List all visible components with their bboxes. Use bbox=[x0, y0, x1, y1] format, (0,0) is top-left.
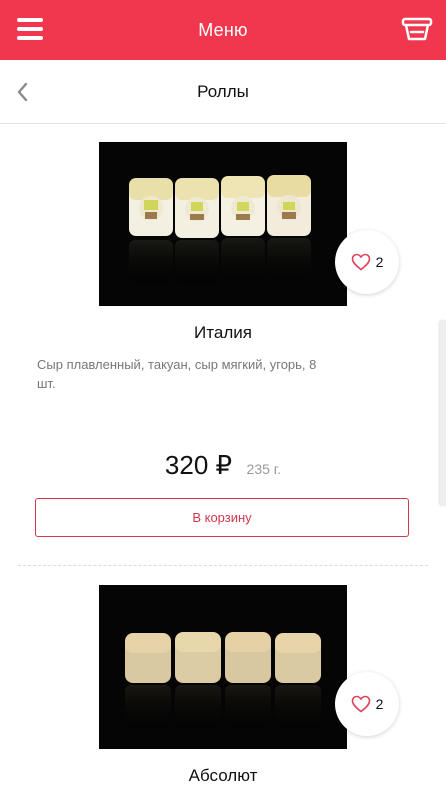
product-image[interactable] bbox=[99, 585, 347, 749]
product-price: 320 ₽ bbox=[164, 450, 233, 480]
product-card: 2 Италия Сыр плавленный, такуан, сыр мяг… bbox=[0, 124, 446, 566]
add-to-cart-button[interactable]: В корзину bbox=[35, 498, 409, 537]
product-weight: 235 г. bbox=[246, 461, 282, 477]
like-button[interactable]: 2 bbox=[335, 230, 399, 294]
product-image[interactable] bbox=[99, 142, 347, 306]
like-count: 2 bbox=[375, 696, 384, 712]
heart-icon bbox=[351, 695, 370, 713]
heart-icon bbox=[351, 253, 370, 271]
category-header: Роллы bbox=[0, 60, 446, 124]
chevron-left-icon[interactable] bbox=[12, 81, 34, 103]
basket-icon[interactable] bbox=[400, 14, 434, 44]
app-title: Меню bbox=[198, 19, 248, 40]
like-count: 2 bbox=[375, 254, 384, 270]
product-name: Италия bbox=[194, 323, 252, 342]
top-app-bar: Меню bbox=[0, 0, 446, 60]
scroll-indicator[interactable] bbox=[440, 320, 446, 506]
page-title: Роллы bbox=[197, 81, 249, 101]
hamburger-icon[interactable] bbox=[17, 18, 45, 42]
product-description: Сыр плавленный, такуан, сыр мягкий, угор… bbox=[37, 357, 317, 391]
product-name: Абсолют bbox=[188, 766, 258, 785]
product-card: 2 Абсолют bbox=[0, 565, 446, 800]
like-button[interactable]: 2 bbox=[335, 672, 399, 736]
price-row: 320 ₽ 235 г. bbox=[0, 450, 446, 481]
